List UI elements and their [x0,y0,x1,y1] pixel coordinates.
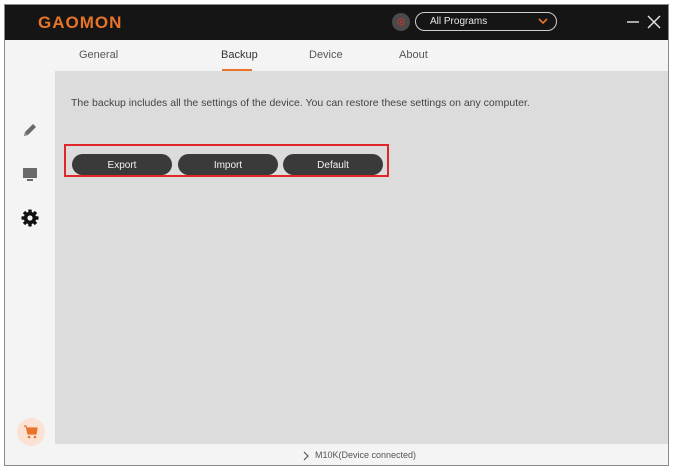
tab-bar: General Backup Device About [55,40,668,71]
default-button[interactable]: Default [283,154,383,175]
settings-badge-icon[interactable] [392,13,410,31]
title-bar: GAOMON All Programs [5,5,668,40]
backup-panel: The backup includes all the settings of … [55,71,668,444]
program-select[interactable]: All Programs [415,12,557,31]
tab-device[interactable]: Device [309,49,343,61]
device-status: M10K(Device connected) [315,450,417,460]
backup-description: The backup includes all the settings of … [71,97,530,109]
backup-actions-highlight: Export Import Default [64,144,389,177]
gear-icon[interactable] [20,208,40,228]
app-window: GAOMON All Programs General Backup Devic… [4,4,669,466]
chevron-down-icon [538,18,548,25]
sidebar [5,40,55,465]
close-button[interactable] [647,14,661,30]
shopping-cart-icon [24,425,38,439]
chevron-right-icon[interactable] [302,451,310,461]
tab-about[interactable]: About [399,49,428,61]
pen-icon[interactable] [20,120,40,140]
tab-backup[interactable]: Backup [221,49,258,61]
monitor-icon[interactable] [20,164,40,184]
export-button[interactable]: Export [72,154,172,175]
shopping-cart-button[interactable] [17,418,45,446]
gaomon-logo: GAOMON [38,13,123,32]
tab-general[interactable]: General [79,49,118,61]
status-bar: M10K(Device connected) [55,444,668,465]
minimize-button[interactable] [627,14,639,30]
program-select-value: All Programs [430,16,488,27]
import-button[interactable]: Import [178,154,278,175]
